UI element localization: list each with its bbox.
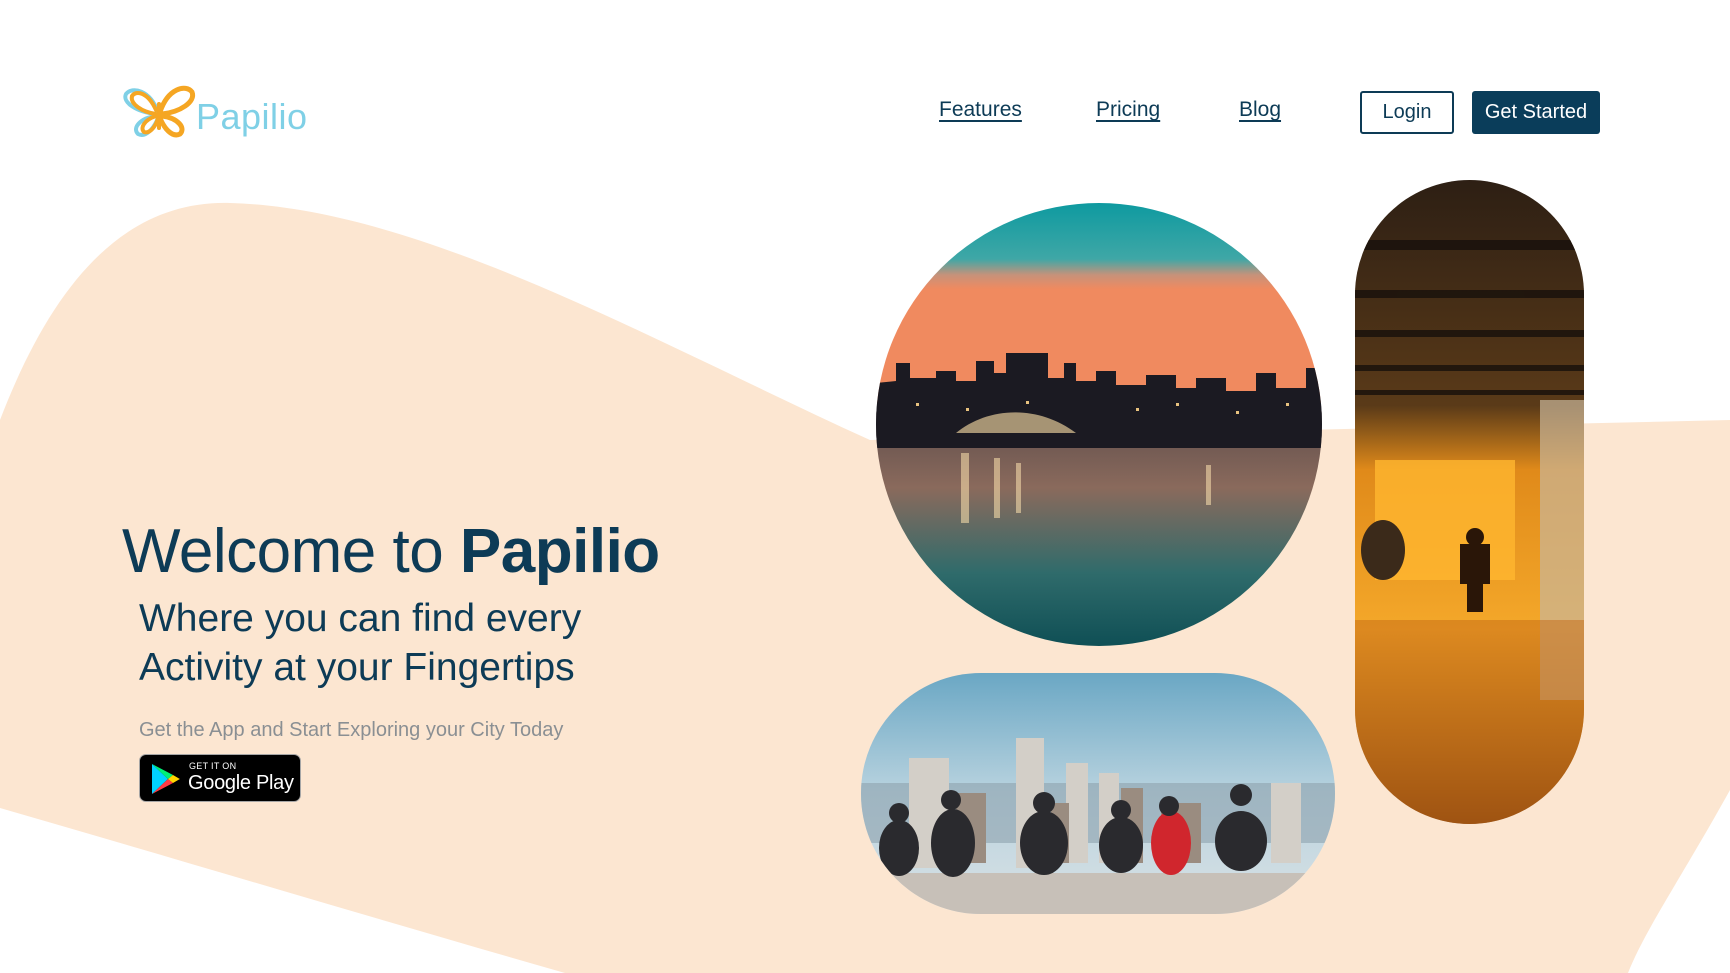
google-play-icon xyxy=(152,764,180,794)
store-badge-name: Google Play xyxy=(188,772,294,794)
login-button[interactable]: Login xyxy=(1360,91,1454,134)
hero-tagline: Get the App and Start Exploring your Cit… xyxy=(139,719,564,741)
nav-link-pricing[interactable]: Pricing xyxy=(1096,98,1160,122)
main-nav: Features Pricing Blog xyxy=(0,98,1730,128)
hero-subtitle: Where you can find every Activity at you… xyxy=(139,594,581,692)
nav-link-blog[interactable]: Blog xyxy=(1239,98,1281,122)
hero-subtitle-line1: Where you can find every xyxy=(139,597,582,640)
city-night-photo xyxy=(876,203,1322,646)
gallery-corridor-photo xyxy=(1355,180,1584,824)
nav-link-features[interactable]: Features xyxy=(939,98,1022,122)
hero-title-prefix: Welcome to xyxy=(122,517,460,586)
google-play-badge[interactable]: GET IT ON Google Play xyxy=(139,754,301,802)
skyline-lookout-photo xyxy=(861,673,1335,914)
get-started-button[interactable]: Get Started xyxy=(1472,91,1600,134)
store-badge-small-text: GET IT ON xyxy=(189,761,237,771)
hero-title-brand: Papilio xyxy=(459,517,660,586)
hero-title: Welcome to Papilio xyxy=(122,516,660,587)
hero-subtitle-line2: Activity at your Fingertips xyxy=(139,646,575,689)
